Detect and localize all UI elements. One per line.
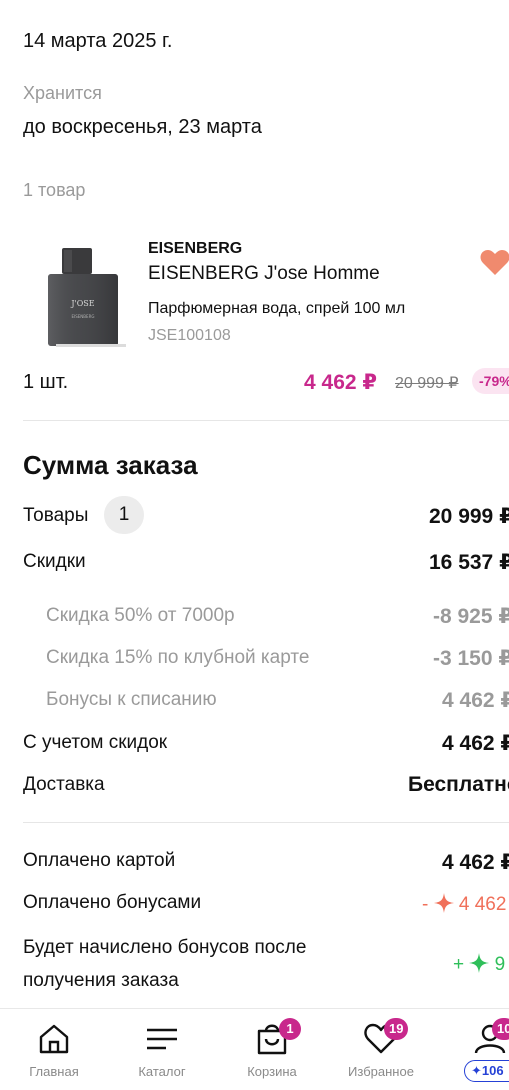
bonus-balance-pill[interactable]: ✦106 xyxy=(464,1060,509,1082)
bottle-label: J'OSE xyxy=(70,299,94,308)
cart-badge: 1 xyxy=(279,1018,301,1040)
bonus-star-icon: ✦ xyxy=(471,1063,482,1078)
home-icon xyxy=(39,1024,69,1054)
bottle-sublabel: EISENBERG xyxy=(72,314,95,319)
nav-home[interactable]: Главная xyxy=(4,1009,104,1090)
accrual-sign: + xyxy=(453,954,465,975)
favorites-badge: 19 xyxy=(384,1018,409,1040)
bonus-balance: 106 xyxy=(481,1063,504,1078)
storage-label: Хранится xyxy=(23,83,102,103)
discount-row-label: Скидка 50% от 7000р xyxy=(46,605,235,626)
card-paid-value: 4 462 ₽ xyxy=(442,851,509,874)
accrual-sparkle-icon xyxy=(469,953,490,973)
product-price: 4 462 ₽ xyxy=(304,371,377,394)
nav-catalog[interactable]: Каталог xyxy=(112,1009,212,1090)
card-paid-label: Оплачено картой xyxy=(23,850,176,871)
bonus-paid-label: Оплачено бонусами xyxy=(23,892,202,913)
goods-count-badge: 1 xyxy=(104,496,144,534)
discount-row-label: Бонусы к списанию xyxy=(46,689,217,710)
accrual-label-line2: получения заказа xyxy=(23,970,179,991)
nav-label: Корзина xyxy=(247,1064,297,1079)
order-date: 14 марта 2025 г. xyxy=(23,30,173,52)
product-name[interactable]: EISENBERG J'ose Homme xyxy=(148,263,380,285)
product-image[interactable]: J'OSE EISENBERG xyxy=(46,244,126,348)
summary-title: Сумма заказа xyxy=(23,450,198,480)
discount-badge: -79% xyxy=(472,368,509,394)
product-brand: EISENBERG xyxy=(148,240,243,257)
discount-row-value: 4 462 ₽ xyxy=(442,689,509,712)
with-discounts-value: 4 462 ₽ xyxy=(442,732,509,755)
bonus-amount: 4 462 xyxy=(458,894,507,915)
accrual-amount: 9 xyxy=(494,954,506,975)
delivery-value: Бесплатно xyxy=(408,773,509,796)
delivery-label: Доставка xyxy=(23,774,105,795)
divider xyxy=(23,822,509,823)
discounts-label: Скидки xyxy=(23,551,86,572)
bonus-sparkle-icon xyxy=(433,893,454,913)
with-discounts-label: С учетом скидок xyxy=(23,732,168,753)
nav-label: Каталог xyxy=(138,1064,186,1079)
goods-label: Товары xyxy=(23,505,89,526)
goods-value: 20 999 ₽ xyxy=(429,505,509,528)
menu-icon xyxy=(147,1028,177,1050)
favorite-heart-icon[interactable] xyxy=(480,248,509,276)
discount-row-label: Скидка 15% по клубной карте xyxy=(46,647,310,668)
items-count: 1 товар xyxy=(23,180,86,200)
bottom-navigation: Главная Каталог 1 Корзина 19 Избранное 1… xyxy=(0,1008,509,1090)
nav-label: Главная xyxy=(29,1064,79,1079)
bonus-paid-value: - 4 462 xyxy=(422,893,506,916)
nav-cart[interactable]: 1 Корзина xyxy=(222,1009,322,1090)
accrual-label: Будет начислено бонусов после xyxy=(23,937,307,958)
nav-label: Избранное xyxy=(348,1064,414,1079)
discount-row-value: -8 925 ₽ xyxy=(433,605,509,628)
product-description: Парфюмерная вода, спрей 100 мл xyxy=(148,300,406,317)
product-old-price: 20 999 ₽ xyxy=(395,375,459,392)
storage-until: до воскресенья, 23 марта xyxy=(23,116,262,138)
discount-row-value: -3 150 ₽ xyxy=(433,647,509,670)
product-sku: JSE100108 xyxy=(148,327,231,344)
product-quantity: 1 шт. xyxy=(23,371,69,393)
discounts-value: 16 537 ₽ xyxy=(429,551,509,574)
accrual-value: + 9 xyxy=(453,953,505,976)
divider xyxy=(23,420,509,421)
profile-badge: 10 xyxy=(492,1018,509,1040)
bonus-sign: - xyxy=(422,894,429,915)
nav-favorites[interactable]: 19 Избранное xyxy=(331,1009,431,1090)
